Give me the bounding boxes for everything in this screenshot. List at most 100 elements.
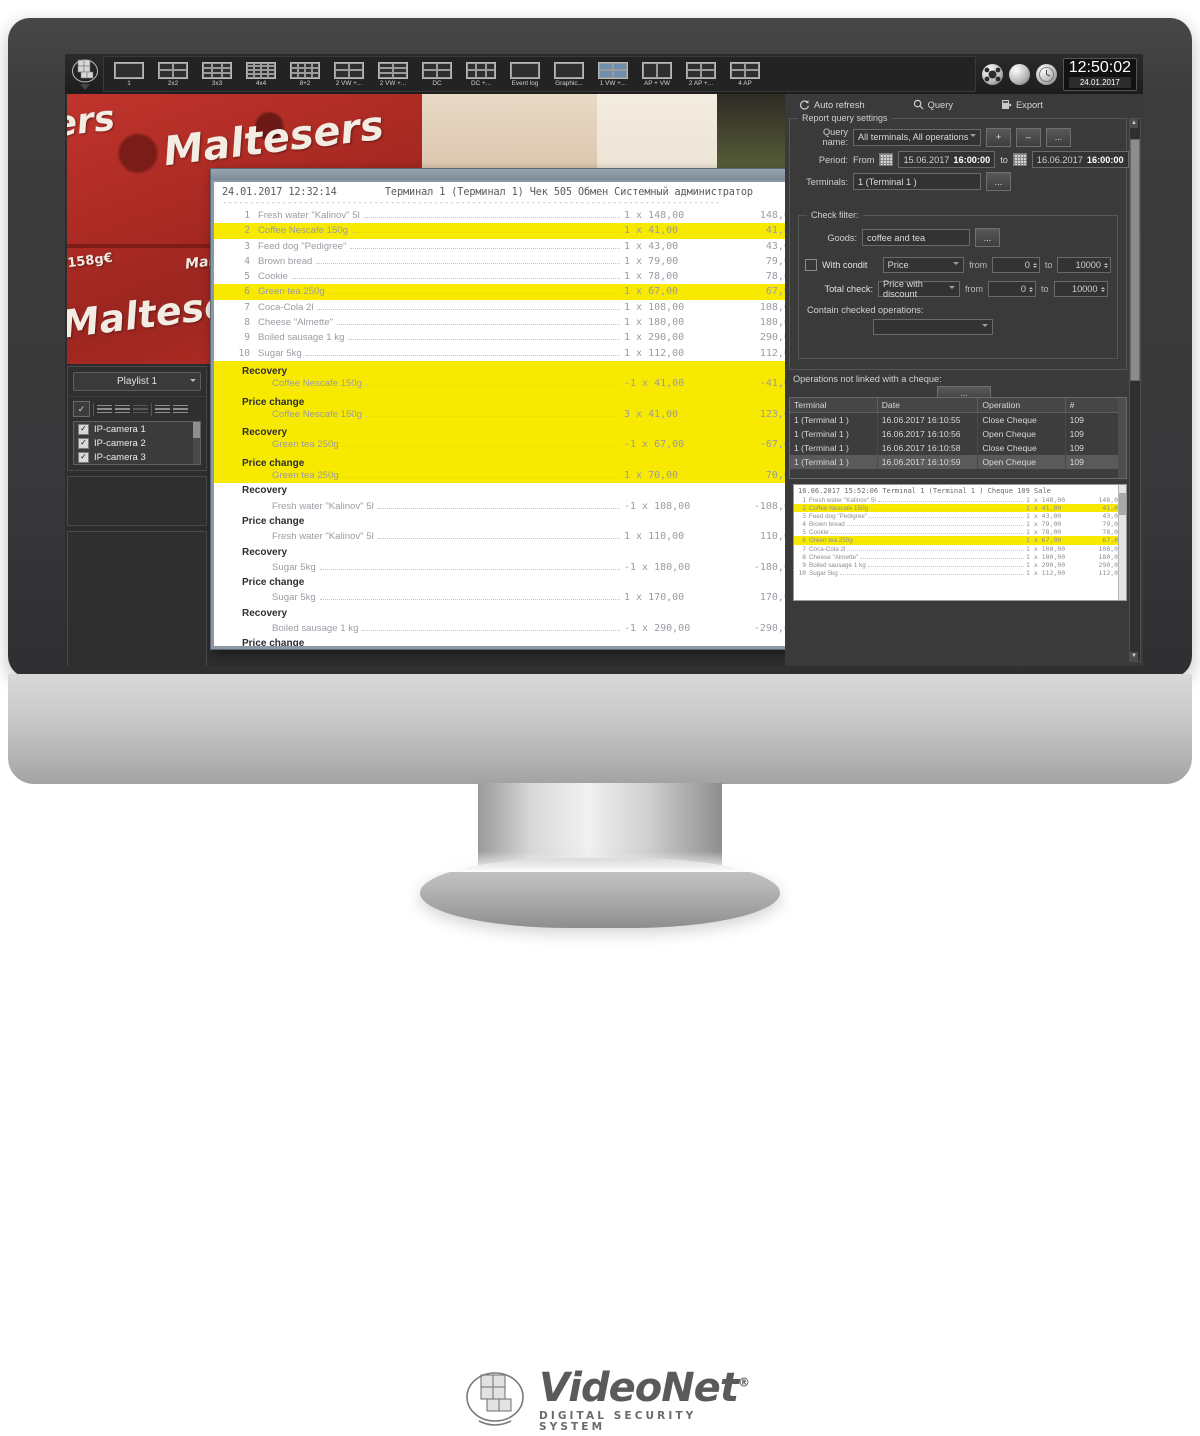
total-check-select[interactable]: Price with discount: [878, 279, 960, 299]
time-from-value: 16:00:00: [953, 154, 991, 165]
camera-list-item[interactable]: ✓ IP-camera 1: [74, 422, 200, 436]
layout-button-1-vw-[interactable]: 1 VW +...: [591, 57, 635, 91]
report-panel-scrollbar[interactable]: ▲ ▼: [1129, 118, 1141, 662]
receipt-operation-label: Recovery: [242, 485, 288, 497]
receipt-titlebar[interactable]: ×: [211, 169, 816, 180]
layout-button-8-2[interactable]: 8+2: [283, 57, 327, 91]
layout-button-label: DC +...: [470, 79, 492, 87]
terminals-options-button[interactable]: ...: [986, 172, 1011, 191]
contain-checked-select[interactable]: [873, 319, 993, 335]
calendar-icon[interactable]: [879, 153, 894, 166]
layout-button-4-ap[interactable]: 4 AP: [723, 57, 767, 91]
query-name-select[interactable]: All terminals, All operations: [853, 128, 981, 146]
date-from-field[interactable]: 15.06.2017 16:00:00: [898, 151, 996, 168]
alarm-sphere-icon[interactable]: [981, 63, 1003, 85]
camera-checkbox[interactable]: ✓: [78, 423, 89, 435]
scroll-up-icon[interactable]: ▲: [1130, 119, 1138, 128]
motion-sphere-icon[interactable]: [1008, 63, 1030, 85]
date-from-value: 15.06.2017: [903, 154, 950, 165]
total-from-spinner[interactable]: 0: [988, 281, 1036, 297]
add-query-button[interactable]: +: [986, 127, 1011, 147]
layout-button-1[interactable]: 1: [107, 57, 151, 91]
terminals-field[interactable]: 1 (Terminal 1 ): [853, 173, 981, 190]
clock-date: 24.01.2017: [1068, 76, 1131, 88]
clock-sphere-icon[interactable]: [1035, 63, 1057, 85]
remove-query-button[interactable]: –: [1016, 127, 1041, 147]
query-button[interactable]: Query: [913, 99, 953, 112]
receipt-qty: 1 x 180,00: [624, 317, 685, 329]
receipt-qty: 1 x 290,00: [624, 332, 685, 344]
camera-list-item[interactable]: ✓ IP-camera 2: [74, 436, 200, 450]
query-options-button[interactable]: ...: [1046, 127, 1071, 147]
layout-button-dc-[interactable]: DC +...: [459, 57, 503, 91]
layout-button-event-log[interactable]: Event log: [503, 57, 547, 91]
date-to-field[interactable]: 16.06.2017 16:00:00: [1031, 151, 1129, 168]
condition-to-spinner[interactable]: 10000: [1057, 257, 1112, 273]
operations-table[interactable]: Terminal Date Operation # 1 (Terminal 1 ) 16…: [789, 397, 1127, 479]
cube-logo-icon: [463, 1369, 527, 1431]
total-from-label: from: [965, 284, 983, 294]
camera-list-scrollbar[interactable]: [193, 422, 200, 464]
receipt-qty: 1 x 110,00: [624, 531, 685, 543]
operations-table-scrollbar[interactable]: [1118, 398, 1126, 478]
total-to-spinner[interactable]: 10000: [1053, 281, 1108, 297]
layout-button-2x2[interactable]: 2x2: [151, 57, 195, 91]
camera-checkbox[interactable]: ✓: [78, 451, 89, 463]
with-condition-checkbox[interactable]: [805, 259, 817, 271]
auto-refresh-button[interactable]: Auto refresh: [799, 99, 865, 112]
layout-button-2-vw-[interactable]: 2 VW +...: [371, 57, 415, 91]
check-all-icon[interactable]: ✓: [73, 401, 90, 417]
grid-list-icon[interactable]: [155, 402, 170, 416]
dot-leader: [350, 247, 620, 249]
table-cell: 109: [1065, 412, 1126, 427]
table-column-header[interactable]: Date: [877, 398, 979, 413]
scroll-down-icon[interactable]: ▼: [1130, 652, 1138, 661]
table-row[interactable]: 1 (Terminal 1 ) 16.06.2017 16:10:59 Open C…: [790, 455, 1126, 469]
condition-field-select[interactable]: Price: [882, 257, 965, 273]
layout-button-dc[interactable]: DC: [415, 57, 459, 91]
layout-button-ap-vw[interactable]: AP + VW: [635, 57, 679, 91]
clock-display[interactable]: 12:50:02 24.01.2017: [1062, 57, 1137, 91]
condition-to-label: to: [1044, 260, 1053, 270]
playlist-select[interactable]: Playlist 1: [73, 372, 201, 391]
mini-receipt-line: 2 Coffee Nescafe 150g 1 x 41,00 41,00: [794, 504, 1126, 513]
table-row[interactable]: 1 (Terminal 1 ) 16.06.2017 16:10:58 Close …: [790, 441, 1126, 455]
mini-receipt-preview[interactable]: 16.06.2017 15:52:06 Terminal 1 (Terminal…: [793, 484, 1127, 601]
divider: [93, 402, 94, 416]
list-edit-icon[interactable]: [115, 402, 130, 416]
goods-field[interactable]: coffee and tea: [862, 229, 970, 246]
table-column-header[interactable]: #: [1065, 398, 1126, 413]
toolbar-status-area: 12:50:02 24.01.2017: [976, 57, 1143, 91]
camera-list-item[interactable]: ✓ IP-camera 3: [74, 450, 200, 464]
table-column-header[interactable]: Operation: [977, 398, 1066, 413]
receipt-window[interactable]: × 24.01.2017 12:32:14 Терминал 1 (Термин…: [210, 168, 817, 650]
condition-from-spinner[interactable]: 0: [992, 257, 1040, 273]
calendar-icon[interactable]: [1012, 153, 1027, 166]
receipt-qty: 1 x 41,00: [624, 225, 679, 237]
export-button[interactable]: Export: [1001, 99, 1043, 112]
table-column-header[interactable]: Terminal: [790, 398, 878, 413]
layout-button-label: 2 AP +...: [688, 79, 714, 87]
layout-button-graphic-[interactable]: Graphic...: [547, 57, 591, 91]
dot-leader: [847, 549, 1024, 551]
monitor-screen: 1 2x2 3x3 4x4 8+2 2 VW +... 2 VW +... DC DC +...…: [65, 54, 1143, 666]
list-icon[interactable]: [97, 402, 112, 416]
videonet-cube-icon[interactable]: [71, 57, 99, 91]
table-row[interactable]: 1 (Terminal 1 ) 16.06.2017 16:10:56 Open C…: [790, 427, 1126, 441]
table-row[interactable]: 1 (Terminal 1 ) 16.06.2017 16:10:55 Close …: [790, 412, 1126, 427]
receipt-operation-label: Price change: [242, 515, 305, 527]
dot-leader: [860, 557, 1024, 559]
layout-button-3x3[interactable]: 3x3: [195, 57, 239, 91]
layout-button-2-ap-[interactable]: 2 AP +...: [679, 57, 723, 91]
table-cell: 1 (Terminal 1 ): [790, 427, 878, 441]
group-list-icon[interactable]: [173, 402, 188, 416]
goods-options-button[interactable]: ...: [975, 228, 1000, 247]
list-delete-icon[interactable]: [133, 402, 148, 416]
camera-list[interactable]: ✓ IP-camera 1 ✓ IP-camera 2 ✓ IP-camera 3: [73, 421, 201, 465]
mini-receipt-scrollbar[interactable]: [1118, 485, 1126, 600]
layout-button-2-vw-[interactable]: 2 VW +...: [327, 57, 371, 91]
camera-checkbox[interactable]: ✓: [78, 437, 89, 449]
layout-button-4x4[interactable]: 4x4: [239, 57, 283, 91]
scroll-thumb[interactable]: [1130, 139, 1140, 381]
receipt-name: Boiled sausage 1 kg: [258, 332, 345, 344]
